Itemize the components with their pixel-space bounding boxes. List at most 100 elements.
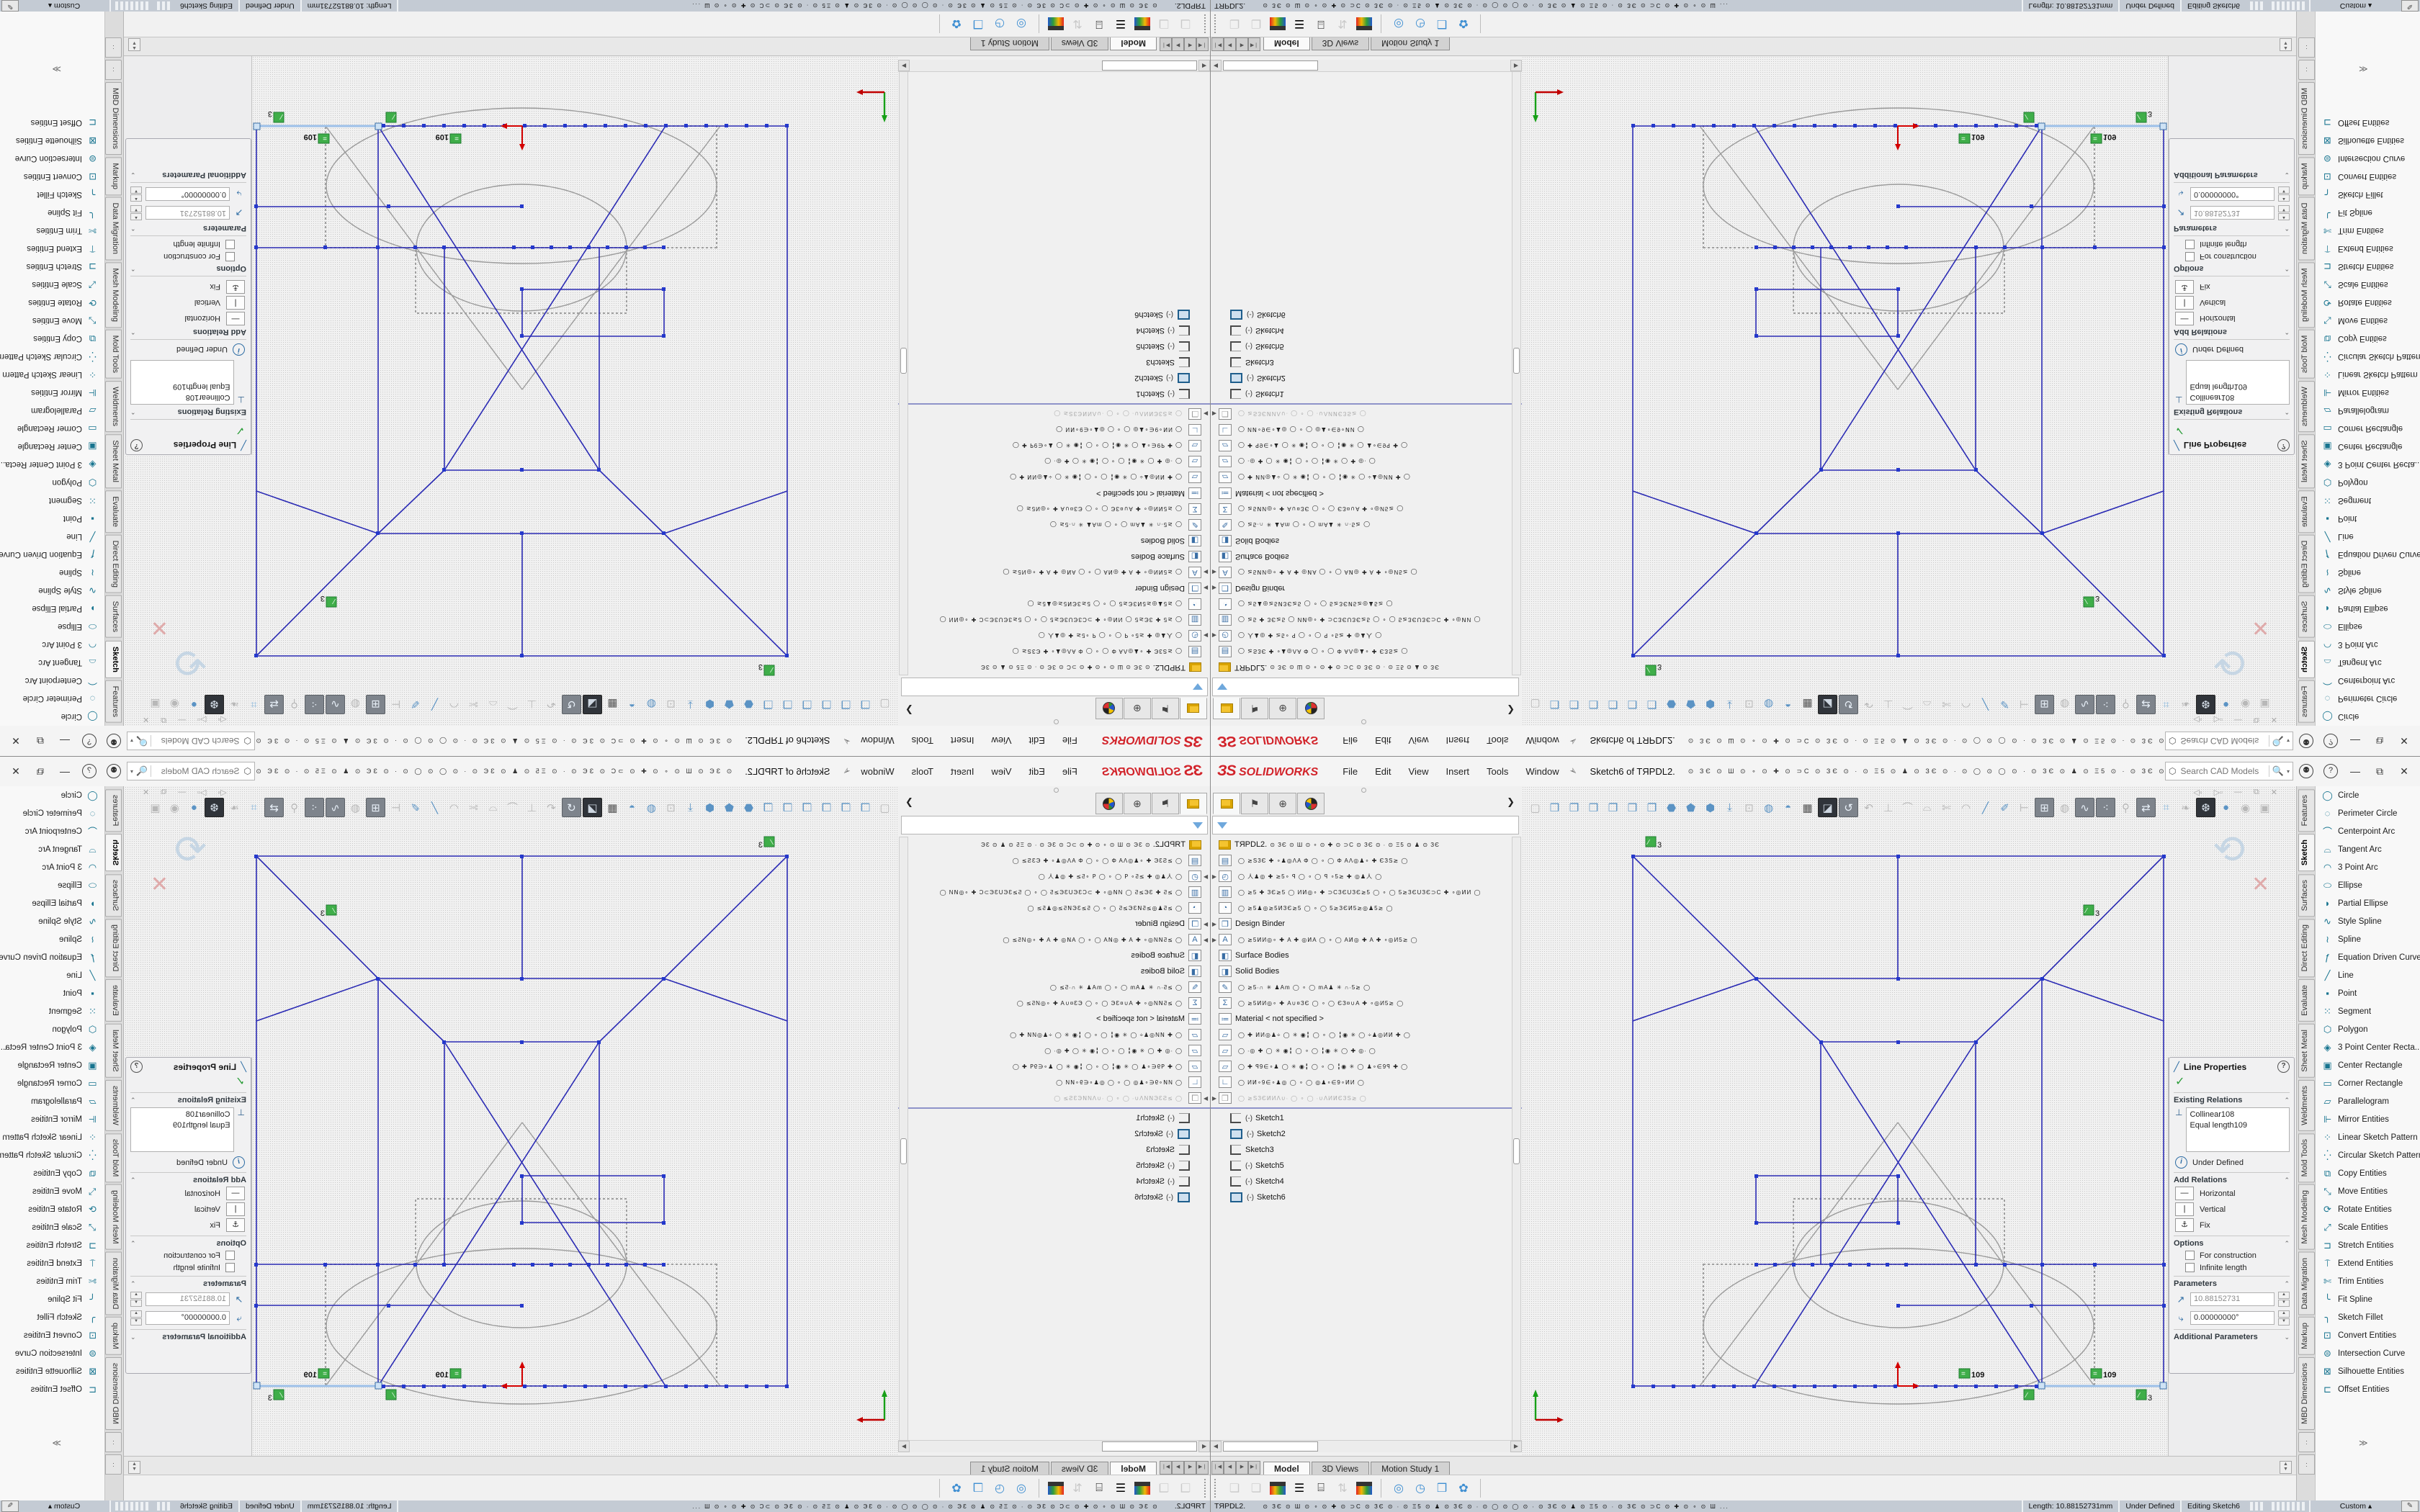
tool-segment[interactable]: ⁙Segment [2316, 1002, 2420, 1020]
tree-item[interactable]: ◔◯ ≳5♟◎≳5ͶЗЄ≳5 ◯ ∘ ◯ 5≳ЗЄͶ5≳◎♟5≳ ◯ [1210, 900, 1512, 916]
search-input[interactable] [154, 765, 241, 777]
menu-insert[interactable]: Insert [944, 763, 982, 780]
tree-item-solid-bodies[interactable]: ◨Solid Bodies [908, 963, 1210, 979]
panel-chevron-icon[interactable]: ❯ [1507, 704, 1515, 716]
menu-insert[interactable]: Insert [1439, 733, 1477, 750]
tool-fit-spline[interactable]: ╰Fit Spline [2316, 204, 2420, 222]
tag-icon[interactable]: ✎ [1, 0, 19, 12]
tool-three-point-arc[interactable]: ◠3 Point Arc [0, 858, 104, 876]
tree-item-sketch3[interactable]: Sketch3 [1210, 1142, 1512, 1158]
spinner[interactable]: ▲▼ [2278, 1292, 2290, 1307]
tab-configurationmanager[interactable]: ⊕ [1124, 793, 1151, 814]
tab-sketch[interactable]: Sketch [2298, 641, 2315, 678]
expand-icon[interactable]: ▶ [1210, 570, 1219, 576]
ok-check-icon[interactable]: ✓ [2175, 423, 2290, 438]
tab-sketch[interactable]: Sketch [2298, 834, 2315, 871]
vertical-scrollbar[interactable] [899, 837, 908, 1450]
tree-item[interactable]: ◔◯ ≳5♟◎≳5ͶЗЄ≳5 ◯ ∘ ◯ 5≳ЗЄͶ5≳◎♟5≳ ◯ [908, 596, 1210, 612]
panel-grip[interactable] [898, 786, 1210, 792]
tab-markup[interactable]: Markup [105, 157, 122, 195]
tree-item[interactable]: ▶◴◯ 人♟◎ ✚ ≳5∘ ꟼ ◯ ∘ ◯ ꟼ ∘5≳ ✚ ◎♟人 ◯ [908, 868, 1210, 884]
tree-splitter[interactable] [898, 403, 1210, 405]
line-endpoint-handle[interactable] [254, 123, 260, 130]
menu-edit[interactable]: Edit [1021, 763, 1052, 780]
tab-mesh-modeling[interactable]: Mesh Modeling [105, 262, 122, 328]
tab-motion-study-1[interactable]: Motion Study 1 [1371, 37, 1450, 50]
color-display-icon[interactable] [1048, 17, 1064, 30]
nav-button-1[interactable]: ◀ [1184, 37, 1196, 51]
horizontal-scrollbar[interactable]: ◀ ▶ [1210, 60, 1522, 72]
nav-button-3[interactable]: ▶❘ [1160, 37, 1172, 51]
scroll-right-icon[interactable]: ▶ [898, 60, 910, 71]
tree-item-solid-bodies[interactable]: ◨Solid Bodies [1210, 963, 1512, 979]
tab-surfaces[interactable]: Surfaces [105, 595, 122, 638]
selected-rectangles[interactable] [1703, 1199, 2094, 1386]
pin-icon[interactable]: ➢ [841, 734, 854, 747]
tab-surfaces[interactable]: Surfaces [2298, 595, 2315, 638]
horizontal-scrollbar[interactable]: ◀ ▶ [898, 60, 1210, 72]
search-box[interactable]: ⬡ 🔍 ▾ [2165, 762, 2293, 780]
tool-move-entities[interactable]: ⤡Move Entities [0, 312, 104, 330]
tool-scale-entities[interactable]: ⤢Scale Entities [0, 1218, 104, 1236]
tool-style-spline[interactable]: ∿Style Spline [2316, 582, 2420, 600]
selected-rectangles[interactable] [1703, 126, 2094, 313]
panel-grip[interactable] [1210, 720, 1522, 726]
tree-item[interactable]: ▱◯ ✚ ͶИ◎♟÷ ◯ ✳ ◉╏ ◯ ∘ ◯ ╏◉ ✳ ◯ ÷♟◎ИͶ ✚ ◯ [908, 1027, 1210, 1043]
tree-filter[interactable] [901, 678, 1208, 696]
tree-item-material-not-specified-[interactable]: ≔Material < not specified > [908, 485, 1210, 501]
help-icon[interactable]: ? [130, 1061, 143, 1073]
checkbox[interactable] [2185, 1263, 2195, 1272]
line-endpoint-handle[interactable] [2038, 1382, 2045, 1389]
line-style-icon[interactable]: ⌸ [1088, 1479, 1110, 1498]
menu-view[interactable]: View [985, 733, 1019, 750]
user-icon[interactable]: ⚉ [107, 734, 121, 748]
tree-item-sketch1[interactable]: (-)Sketch1 [908, 1110, 1210, 1126]
tool-trim-entities[interactable]: ✄Trim Entities [0, 222, 104, 240]
spinner[interactable]: ▲▼ [2278, 186, 2290, 202]
line-style-icon[interactable]: ⌸ [1310, 1479, 1332, 1498]
menu-view[interactable]: View [985, 763, 1019, 780]
tool-spline[interactable]: ≀Spline [2316, 564, 2420, 582]
tool-tangent-arc[interactable]: ⌓Tangent Arc [0, 654, 104, 672]
line-thickness-icon[interactable]: ☰ [1289, 1479, 1310, 1498]
tab-data-migration[interactable]: Data Migration [2298, 1252, 2315, 1315]
collapse-chevron-icon[interactable]: ≫ [2359, 1438, 2367, 1448]
tool-tangent-arc[interactable]: ⌓Tangent Arc [2316, 840, 2420, 858]
relation-item[interactable]: Equal length109 [2190, 1120, 2286, 1131]
relation-item[interactable]: Equal length109 [134, 381, 230, 392]
exit-sketch-icon[interactable]: ⟲ [2213, 641, 2245, 684]
tree-item[interactable]: ▶A◯ ≳5ͶИ◎∘ ✚ Α ✚ ◎ͶΑ ◯ ∘ ◯ ΑͶ◎ ✚ Α ✚ ∘◎И… [1210, 932, 1512, 948]
folder-check-icon[interactable]: ❒ [967, 1479, 989, 1498]
tab-mbd-dimensions[interactable]: MBD Dimensions [2298, 82, 2315, 155]
restore-button[interactable]: ⧉ [2372, 765, 2387, 778]
scroll-thumb[interactable] [1223, 60, 1318, 71]
scroll-thumb[interactable] [1223, 1441, 1318, 1452]
tool-parallelogram[interactable]: ▱Parallelogram [0, 1092, 104, 1110]
menu-window[interactable]: Window [1518, 763, 1566, 780]
expand-icon[interactable]: ▶ [1210, 633, 1219, 639]
tree-item[interactable]: ✎◯ ≳5∙∩ ✳ ♟Αm ◯ ∘ ◯ mΑ♟ ✳ ∩∙5≳ ◯ [1210, 517, 1512, 533]
spinner[interactable]: ▲▼ [130, 1292, 142, 1307]
tree-item[interactable]: ▱◯ ✚ ͶИ◎♟÷ ◯ ✳ ◉╏ ◯ ∘ ◯ ╏◉ ✳ ◯ ÷♟◎ИͶ ✚ ◯ [1210, 1027, 1512, 1043]
scroll-thumb[interactable] [1102, 60, 1197, 71]
relation-item[interactable]: Equal length109 [2190, 381, 2286, 392]
tree-item[interactable]: ▶❒◯ ≳SЗЄͶИΛ∪∙ ◯ ∘ ◯ ∙∪ΛИͶЄЗS≳ ◯ [908, 1090, 1210, 1106]
vertical-scrollbar[interactable] [1512, 62, 1521, 675]
tool-tangent-arc[interactable]: ⌓Tangent Arc [0, 840, 104, 858]
search-icon[interactable]: 🔍 [2269, 735, 2284, 747]
tool-copy-entities[interactable]: ⧉Copy Entities [2316, 1164, 2420, 1182]
line-color-icon[interactable] [1134, 1482, 1150, 1495]
tool-circular-sketch-pattern[interactable]: ⁛Circular Sketch Pattern [0, 348, 104, 366]
layer-icon[interactable]: ❏ [1175, 1479, 1196, 1498]
tree-item[interactable]: ◔◯ ≳5♟◎≳5ͶЗЄ≳5 ◯ ∘ ◯ 5≳ЗЄͶ5≳◎♟5≳ ◯ [1210, 596, 1512, 612]
tool-point[interactable]: ▪Point [0, 984, 104, 1002]
collapse-chevron-icon[interactable]: ≫ [53, 1438, 61, 1448]
tool-intersection-curve[interactable]: ⊜Intersection Curve [2316, 150, 2420, 168]
tool-intersection-curve[interactable]: ⊜Intersection Curve [0, 1344, 104, 1362]
expand-icon[interactable]: ▶ [1210, 585, 1219, 592]
collapse-icon[interactable]: ⌃ [130, 1097, 136, 1104]
tool-stretch-entities[interactable]: ⊐Stretch Entities [2316, 1236, 2420, 1254]
search-icon[interactable]: 🔍 [136, 765, 151, 777]
tool-convert-entities[interactable]: ⊡Convert Entities [2316, 1326, 2420, 1344]
tree-item[interactable]: ▥◯ ≳5 ✚ ЗЄ≳5 ◯ ИͶ◎∘ ✚ ⊃СЗЄUЗЄ≳5 ◯ ∘ ◯ 5≳… [908, 612, 1210, 628]
